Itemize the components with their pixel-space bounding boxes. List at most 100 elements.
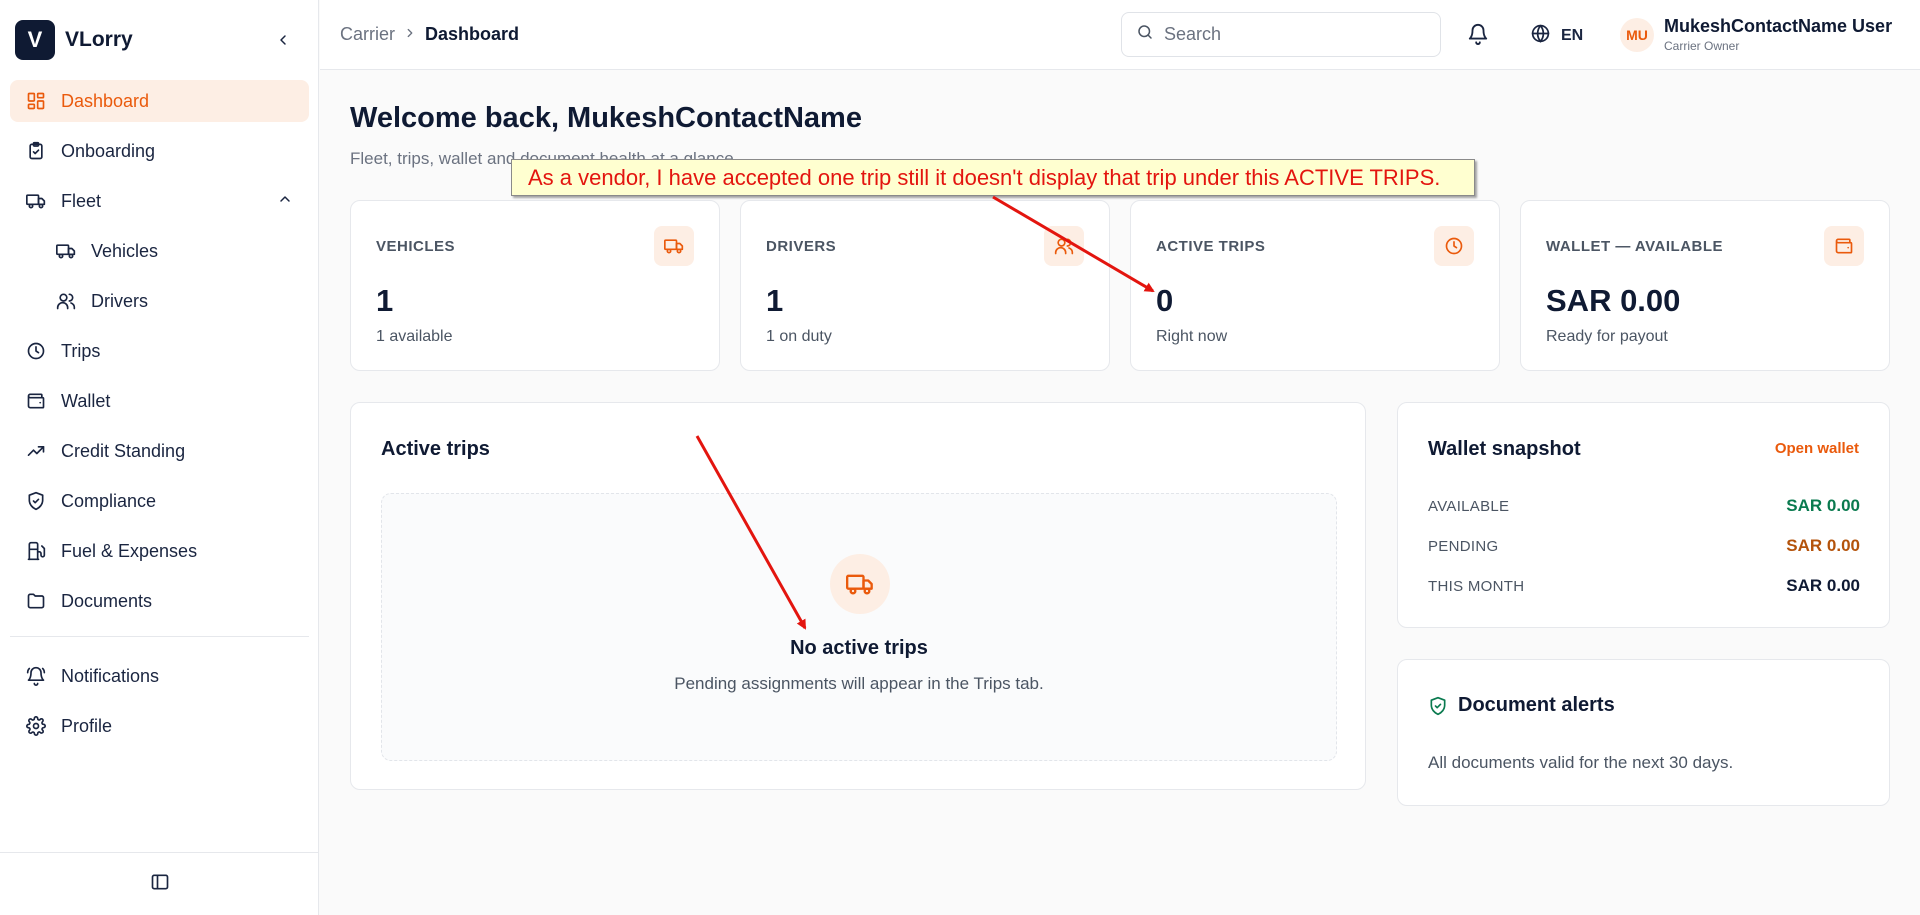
brand-name: VLorry [65,28,133,51]
panel-title: Active trips [381,438,490,460]
globe-icon [1530,23,1551,49]
sidebar-item-credit-standing[interactable]: Credit Standing [10,430,309,472]
user-menu[interactable]: MU MukeshContactName User Carrier Owner [1620,16,1892,53]
clock-icon [1434,226,1474,266]
language-selector[interactable]: EN [1530,23,1583,49]
document-alerts-title: Document alerts [1458,694,1615,716]
breadcrumb-current: Dashboard [425,24,520,44]
sidebar-item-label: Profile [61,715,113,736]
user-role: Carrier Owner [1664,39,1740,53]
sidebar-nav: Dashboard Onboarding Fleet Vehicles Driv… [10,80,309,755]
document-alerts-panel: Document alerts All documents valid for … [1397,659,1890,806]
stat-card-drivers[interactable]: DRIVERS 1 1 on duty [740,200,1110,371]
search-box[interactable] [1121,12,1441,57]
top-header: Carrier Dashboard EN MU MukeshContactNam… [320,0,1920,70]
clock-icon [25,340,47,362]
shield-check-icon [25,490,47,512]
open-wallet-link[interactable]: Open wallet [1775,440,1859,457]
bell-icon [25,665,47,687]
search-icon [1136,23,1154,46]
sidebar-item-profile[interactable]: Profile [10,705,309,747]
stat-note: 1 on duty [766,328,832,345]
page-title: Welcome back, MukeshContactName [350,102,862,134]
active-trips-panel: Active trips No active trips Pending ass… [350,402,1366,790]
collapse-sidebar-button[interactable] [270,27,296,53]
sidebar-item-label: Vehicles [91,240,159,261]
panel-title: Document alerts [1428,694,1615,717]
sidebar-footer [0,852,319,915]
stat-value: 0 [1156,283,1174,318]
wallet-icon [1824,226,1864,266]
wallet-row-value: SAR 0.00 [1786,576,1860,595]
wallet-row-value: SAR 0.00 [1786,496,1860,515]
panel-title: Wallet snapshot [1428,438,1581,460]
users-icon [55,290,77,312]
users-icon [1044,226,1084,266]
stat-card-vehicles[interactable]: VEHICLES 1 1 available [350,200,720,371]
bell-icon [1467,24,1489,49]
sidebar-item-label: Drivers [91,290,148,311]
truck-icon [55,240,77,262]
sidebar-item-label: Fuel & Expenses [61,540,198,561]
stat-value: SAR 0.00 [1546,283,1681,318]
chevron-up-icon [277,191,293,212]
sidebar-item-label: Trips [61,340,101,361]
sidebar-item-compliance[interactable]: Compliance [10,480,309,522]
stat-label: VEHICLES [376,238,456,255]
stat-note: Right now [1156,328,1228,345]
sidebar-item-fleet[interactable]: Fleet [10,180,309,222]
sidebar-item-wallet[interactable]: Wallet [10,380,309,422]
stat-note: 1 available [376,328,453,345]
gear-icon [25,715,47,737]
empty-state-description: Pending assignments will appear in the T… [674,674,1044,693]
folder-icon [25,590,47,612]
wallet-row-value: SAR 0.00 [1786,536,1860,555]
stat-value: 1 [376,283,394,318]
sidebar-item-label: Dashboard [61,90,150,111]
annotation-callout: As a vendor, I have accepted one trip st… [511,159,1475,196]
sidebar-item-trips[interactable]: Trips [10,330,309,372]
chevron-right-icon [403,24,417,45]
sidebar-item-onboarding[interactable]: Onboarding [10,130,309,172]
sidebar-toggle-icon[interactable] [150,872,170,897]
truck-icon [830,554,890,614]
sidebar-item-label: Notifications [61,665,160,686]
wallet-row-available: AVAILABLE SAR 0.00 [1428,496,1860,516]
language-label: EN [1561,27,1584,44]
sidebar-item-label: Credit Standing [61,440,186,461]
sidebar-item-documents[interactable]: Documents [10,580,309,622]
shield-check-icon [1430,696,1446,715]
breadcrumb: Carrier Dashboard [340,24,519,45]
truck-icon [25,190,47,212]
stat-card-wallet-available[interactable]: WALLET — AVAILABLE SAR 0.00 Ready for pa… [1520,200,1890,371]
stat-label: DRIVERS [766,238,837,255]
wallet-icon [25,390,47,412]
chevron-left-icon [280,35,286,45]
stat-note: Ready for payout [1546,328,1668,345]
stat-card-active-trips[interactable]: ACTIVE TRIPS 0 Right now [1130,200,1500,371]
brand[interactable]: V VLorry [15,20,133,60]
fuel-icon [25,540,47,562]
dashboard-icon [25,90,47,112]
breadcrumb-parent[interactable]: Carrier [340,24,395,45]
sidebar-item-notifications[interactable]: Notifications [10,655,309,697]
sidebar-item-dashboard[interactable]: Dashboard [10,80,309,122]
user-name: MukeshContactName User [1664,16,1893,36]
sidebar-item-drivers[interactable]: Drivers [10,280,309,322]
sidebar-item-label: Documents [61,590,153,611]
sidebar-item-fuel-expenses[interactable]: Fuel & Expenses [10,530,309,572]
sidebar-divider [10,636,309,637]
truck-icon [654,226,694,266]
stat-label: ACTIVE TRIPS [1156,238,1266,255]
sidebar-item-label: Fleet [61,190,102,211]
empty-state: No active trips Pending assignments will… [381,493,1337,761]
avatar: MU [1620,17,1654,52]
stat-label: WALLET — AVAILABLE [1546,238,1724,255]
stat-value: 1 [766,283,784,318]
sidebar-item-vehicles[interactable]: Vehicles [10,230,309,272]
notifications-button[interactable] [1467,23,1489,50]
wallet-row-label: AVAILABLE [1428,497,1510,515]
search-input[interactable] [1164,24,1414,45]
document-alerts-description: All documents valid for the next 30 days… [1428,753,1734,772]
sidebar: V VLorry Dashboard Onboarding Fleet Vehi… [0,0,319,915]
